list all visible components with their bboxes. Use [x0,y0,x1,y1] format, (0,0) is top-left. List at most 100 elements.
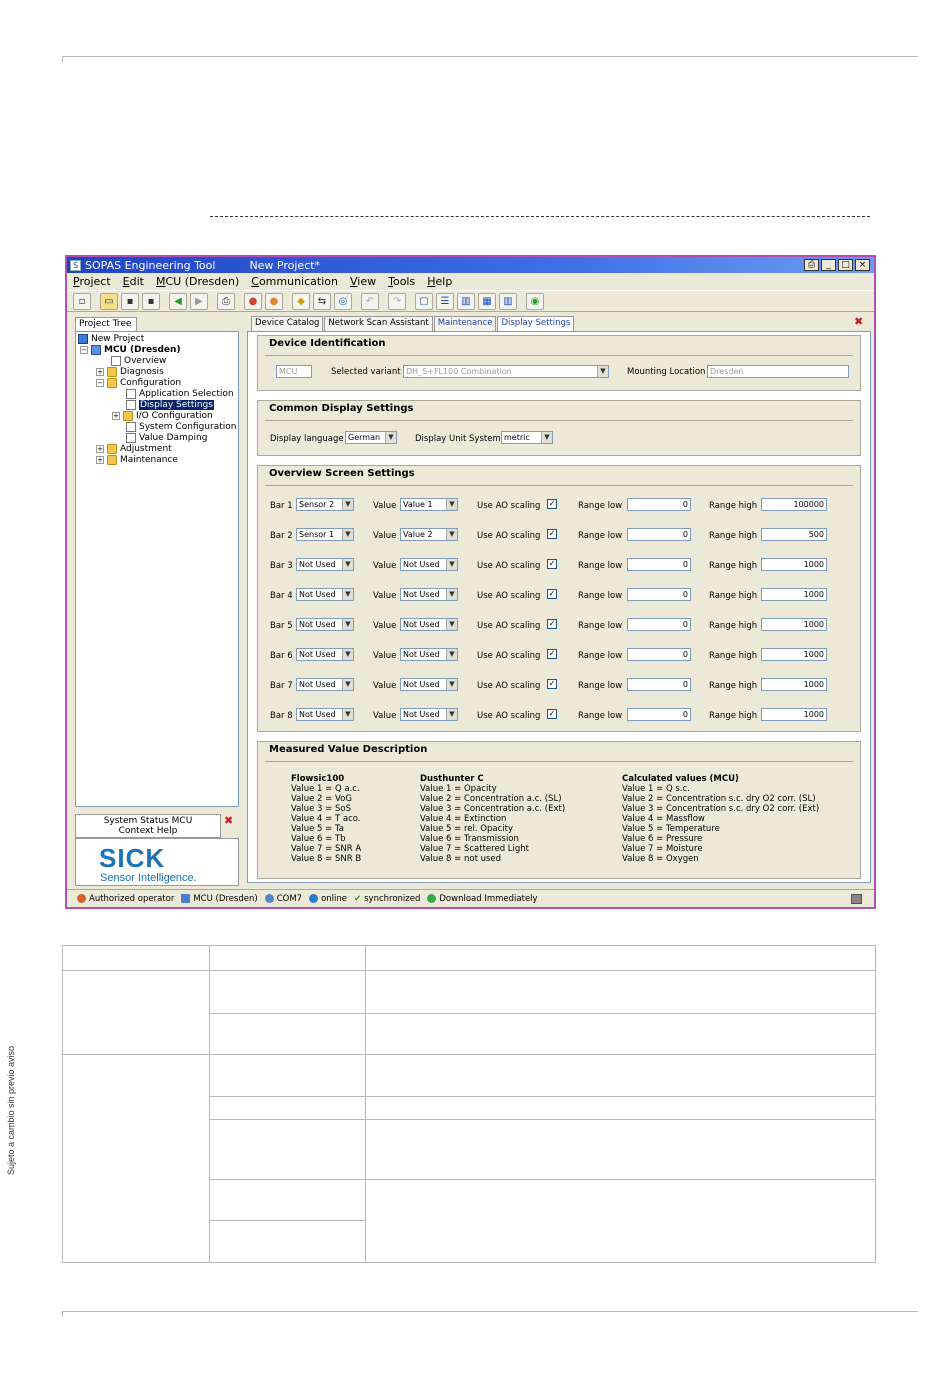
bar-source-select[interactable]: Not Used ▼ [296,648,354,661]
layout-split-icon[interactable]: ▥ [499,292,517,310]
bar-value-select[interactable]: Not Used ▼ [400,588,458,601]
ao-scaling-checkbox[interactable]: ✓ [547,499,557,509]
bar-value-select[interactable]: Not Used ▼ [400,678,458,691]
close-panel-icon[interactable]: ✖ [224,814,233,827]
tree-item-new-project[interactable]: New Project [78,334,144,344]
scan-network-icon[interactable]: ◎ [334,292,352,310]
bar-source-select[interactable]: Not Used ▼ [296,618,354,631]
language-select[interactable]: German ▼ [345,431,397,444]
range-low-field[interactable]: 0 [627,528,691,541]
tab-maintenance[interactable]: Maintenance [433,316,497,331]
tree-item-io-configuration[interactable]: + I/O Configuration [112,411,213,421]
range-high-field[interactable]: 1000 [761,708,827,721]
tree-item-maintenance[interactable]: + Maintenance [96,455,178,465]
menu-help[interactable]: Help [427,275,452,288]
undo-icon[interactable]: ↶ [361,292,379,310]
range-low-field[interactable]: 0 [627,678,691,691]
ao-scaling-checkbox[interactable]: ✓ [547,559,557,569]
range-low-field[interactable]: 0 [627,618,691,631]
bar-source-select[interactable]: Not Used ▼ [296,588,354,601]
bar-source-select[interactable]: Not Used ▼ [296,708,354,721]
tree-item-system-configuration[interactable]: System Configuration [126,422,236,432]
expand-icon[interactable]: + [112,412,120,420]
tab-network-scan[interactable]: Network Scan Assistant [324,316,433,331]
menu-view[interactable]: View [350,275,376,288]
tree-item-overview[interactable]: Overview [111,356,166,366]
collapse-icon[interactable]: − [96,379,104,387]
tree-item-application-selection[interactable]: Application Selection [126,389,234,399]
mounting-location-field[interactable]: Dresden [707,365,849,378]
layout-horizontal-icon[interactable]: ☰ [436,292,454,310]
menu-tools[interactable]: Tools [388,275,415,288]
bar-value-select[interactable]: Value 1 ▼ [400,498,458,511]
close-button[interactable]: × [855,259,870,271]
bar-value-select[interactable]: Not Used ▼ [400,558,458,571]
tab-device-catalog[interactable]: Device Catalog [251,316,324,331]
range-high-field[interactable]: 1000 [761,648,827,661]
ao-scaling-checkbox[interactable]: ✓ [547,709,557,719]
tree-item-diagnosis[interactable]: + Diagnosis [96,367,164,377]
minimize-button[interactable]: _ [821,259,836,271]
ao-scaling-checkbox[interactable]: ✓ [547,679,557,689]
system-status-tab[interactable]: System Status MCU Context Help [75,814,221,838]
resize-grip-icon[interactable] [851,894,862,904]
ao-scaling-checkbox[interactable]: ✓ [547,649,557,659]
bar-source-select[interactable]: Sensor 1 ▼ [296,528,354,541]
save-all-icon[interactable]: ▪ [142,292,160,310]
menu-edit[interactable]: Edit [123,275,144,288]
new-project-icon[interactable]: ▫ [73,292,91,310]
back-arrow-icon[interactable]: ◀ [169,292,187,310]
menu-project[interactable]: Project [73,275,111,288]
range-low-field[interactable]: 0 [627,708,691,721]
range-low-field[interactable]: 0 [627,498,691,511]
connect-icon[interactable]: ⇆ [313,292,331,310]
tree-item-adjustment[interactable]: + Adjustment [96,444,172,454]
project-tree-tab[interactable]: Project Tree [75,317,137,331]
bar-source-select[interactable]: Sensor 2 ▼ [296,498,354,511]
ao-scaling-checkbox[interactable]: ✓ [547,589,557,599]
tree-item-configuration[interactable]: − Configuration [96,378,181,388]
ao-scaling-checkbox[interactable]: ✓ [547,619,557,629]
range-low-field[interactable]: 0 [627,558,691,571]
variant-select[interactable]: DH_S+FL100 Combination ▼ [403,365,609,378]
range-low-field[interactable]: 0 [627,588,691,601]
print-window-icon[interactable]: ⎙ [804,259,819,271]
collapse-icon[interactable]: − [80,346,88,354]
ao-scaling-checkbox[interactable]: ✓ [547,529,557,539]
maximize-button[interactable]: □ [838,259,853,271]
upload-device-icon[interactable]: ● [244,292,262,310]
range-high-field[interactable]: 1000 [761,618,827,631]
bar-value-select[interactable]: Not Used ▼ [400,618,458,631]
bar-value-select[interactable]: Not Used ▼ [400,708,458,721]
expand-icon[interactable]: + [96,456,104,464]
print-icon[interactable]: ⎙ [217,292,235,310]
bar-source-select[interactable]: Not Used ▼ [296,678,354,691]
bar-value-select[interactable]: Not Used ▼ [400,648,458,661]
unit-system-select[interactable]: metric ▼ [501,431,553,444]
expand-icon[interactable]: + [96,445,104,453]
device-name-field[interactable]: MCU [276,365,312,378]
open-folder-icon[interactable]: ▭ [100,292,118,310]
save-icon[interactable]: ▪ [121,292,139,310]
layout-single-icon[interactable]: ▢ [415,292,433,310]
redo-icon[interactable]: ↷ [388,292,406,310]
range-high-field[interactable]: 500 [761,528,827,541]
tree-item-display-settings[interactable]: Display Settings [126,400,214,410]
range-high-field[interactable]: 1000 [761,678,827,691]
download-device-icon[interactable]: ● [265,292,283,310]
bar-source-select[interactable]: Not Used ▼ [296,558,354,571]
range-high-field[interactable]: 1000 [761,558,827,571]
close-tab-icon[interactable]: ✖ [854,315,863,328]
range-high-field[interactable]: 1000 [761,588,827,601]
tab-display-settings[interactable]: Display Settings [497,316,575,331]
layout-vertical-icon[interactable]: ▥ [457,292,475,310]
forward-arrow-icon[interactable]: ▶ [190,292,208,310]
menu-mcu[interactable]: MCU (Dresden) [156,275,239,288]
device-param-icon[interactable]: ◆ [292,292,310,310]
range-low-field[interactable]: 0 [627,648,691,661]
tree-item-mcu[interactable]: − MCU (Dresden) [80,345,181,355]
menu-communication[interactable]: Communication [251,275,338,288]
bar-value-select[interactable]: Value 2 ▼ [400,528,458,541]
expand-icon[interactable]: + [96,368,104,376]
layout-grid-icon[interactable]: ▦ [478,292,496,310]
